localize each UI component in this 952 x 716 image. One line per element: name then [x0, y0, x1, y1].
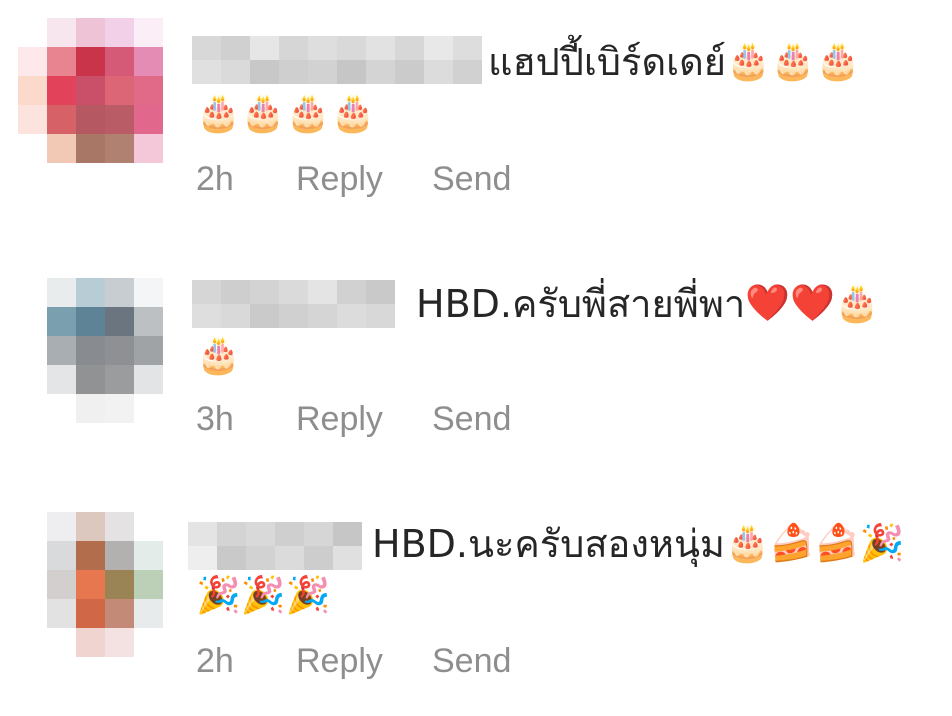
- reply-button[interactable]: Reply: [296, 642, 383, 681]
- comment-text-line-1: HBD.ครับพี่สายพี่พา❤️❤️🎂: [416, 280, 880, 328]
- comment-meta: 3h Reply Send: [0, 400, 952, 440]
- birthday-cake-icon: 🎂: [285, 93, 331, 134]
- birthday-cake-icon: 🎂: [196, 335, 241, 376]
- username-blurred[interactable]: [192, 280, 395, 328]
- send-button[interactable]: Send: [432, 642, 511, 681]
- username-blurred[interactable]: [192, 36, 482, 84]
- comment-2: HBD.ครับพี่สายพี่พา❤️❤️🎂 🎂 3h Reply Send: [0, 240, 952, 480]
- comment-text-line-1: HBD.นะครับสองหนุ่ม🎂🍰🍰🎉: [372, 520, 904, 568]
- comment-1: แฮปปี้เบิร์ดเดย์🎂🎂🎂 🎂🎂🎂🎂 2h Reply Send: [0, 0, 952, 240]
- comment-text-line-2: 🎂: [196, 332, 241, 380]
- shortcake-icon: 🍰: [769, 523, 815, 564]
- shortcake-icon: 🍰: [814, 523, 860, 564]
- comment-meta: 2h Reply Send: [0, 160, 952, 200]
- comment-text: HBD.ครับพี่สายพี่พา: [416, 282, 746, 326]
- heart-icon: ❤️: [790, 283, 835, 324]
- username-blurred[interactable]: [188, 522, 362, 570]
- birthday-cake-icon: 🎂: [196, 93, 241, 134]
- comment-text-line-1: แฮปปี้เบิร์ดเดย์🎂🎂🎂: [488, 38, 861, 86]
- birthday-cake-icon: 🎂: [240, 93, 286, 134]
- party-popper-icon: 🎉: [240, 575, 286, 616]
- send-button[interactable]: Send: [432, 400, 511, 439]
- comment-text: แฮปปี้เบิร์ดเดย์: [488, 40, 727, 84]
- birthday-cake-icon: 🎂: [726, 41, 771, 82]
- timestamp: 3h: [196, 400, 234, 438]
- avatar[interactable]: [18, 512, 163, 657]
- birthday-cake-icon: 🎂: [834, 283, 880, 324]
- party-popper-icon: 🎉: [859, 523, 905, 564]
- birthday-cake-icon: 🎂: [330, 93, 376, 134]
- party-popper-icon: 🎉: [196, 575, 241, 616]
- comment-text: HBD.นะครับสองหนุ่ม: [372, 522, 725, 566]
- party-popper-icon: 🎉: [285, 575, 331, 616]
- send-button[interactable]: Send: [432, 160, 511, 199]
- birthday-cake-icon: 🎂: [724, 523, 770, 564]
- heart-icon: ❤️: [745, 283, 791, 324]
- birthday-cake-icon: 🎂: [770, 41, 816, 82]
- comment-3: HBD.นะครับสองหนุ่ม🎂🍰🍰🎉 🎉🎉🎉 2h Reply Send: [0, 480, 952, 716]
- reply-button[interactable]: Reply: [296, 400, 383, 439]
- timestamp: 2h: [196, 642, 234, 680]
- birthday-cake-icon: 🎂: [815, 41, 861, 82]
- comment-meta: 2h Reply Send: [0, 642, 952, 682]
- comment-text-line-2: 🎉🎉🎉: [196, 572, 330, 620]
- avatar[interactable]: [18, 18, 163, 163]
- comment-text-line-2: 🎂🎂🎂🎂: [196, 90, 375, 138]
- reply-button[interactable]: Reply: [296, 160, 383, 199]
- timestamp: 2h: [196, 160, 234, 198]
